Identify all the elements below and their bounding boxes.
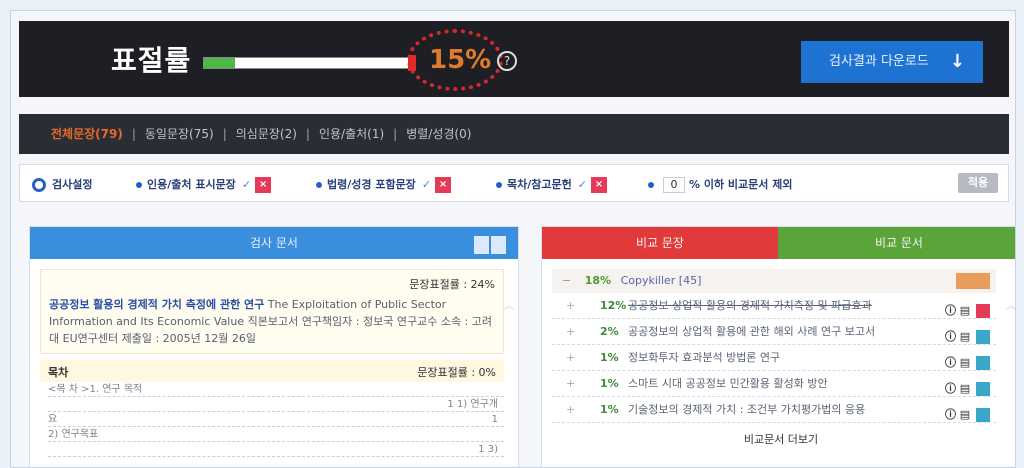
row-actions[interactable]: ⓘ ▤ xyxy=(945,402,990,428)
exclude-icon[interactable]: × xyxy=(435,177,452,193)
check-icon[interactable]: ✓ xyxy=(578,178,587,191)
download-results-button[interactable]: 검사결과 다운로드 ↓ xyxy=(801,41,983,83)
tab-suspicious-sentences[interactable]: 의심문장(2) xyxy=(236,114,297,154)
rate-highlight-circle: 15% xyxy=(407,29,503,91)
tab-compare-document[interactable]: 비교 문서 xyxy=(778,227,1015,259)
exclude-icon[interactable]: × xyxy=(590,177,607,193)
group-controls[interactable] xyxy=(956,273,990,289)
exclude-icon[interactable]: × xyxy=(255,177,272,193)
download-label: 검사결과 다운로드 xyxy=(829,54,929,69)
option-citation[interactable]: 인용/출처 표시문장 ✓ × xyxy=(136,176,272,193)
rate-progress-fill xyxy=(204,58,236,68)
comparison-row[interactable]: + 12% 공공정보 상업적 활용의 경제적 가치측정 및 파급효과 ⓘ ▤ xyxy=(552,293,996,319)
help-icon[interactable]: ? xyxy=(497,51,517,71)
toc-line: 1 1) 연구개 xyxy=(48,397,504,412)
min-percent-input[interactable]: 0 xyxy=(663,177,685,193)
toc-header: 목차 문장표절률 : 0% xyxy=(40,360,504,382)
check-icon[interactable]: ✓ xyxy=(422,178,431,191)
option-min-percent: 0% 이하 비교문서 제외 xyxy=(648,176,792,193)
checked-document-header: 검사 문서 xyxy=(30,227,518,259)
tab-identical-sentences[interactable]: 동일문장(75) xyxy=(145,114,214,154)
source-group-header[interactable]: − 18% Copykiller [45] xyxy=(552,269,996,293)
more-documents-link[interactable]: 비교문서 더보기 xyxy=(542,431,1015,447)
comparison-row[interactable]: + 1% 스마트 시대 공공정보 민간활용 활성화 방안 ⓘ ▤ xyxy=(552,371,996,397)
view-toggle-icon[interactable] xyxy=(472,234,506,254)
tab-parallel-sentences[interactable]: 병렬/성경(0) xyxy=(406,114,471,154)
scroll-up-icon[interactable]: ︿ xyxy=(1006,297,1015,312)
toc-line: 2) 연구목표 xyxy=(48,427,504,442)
comparison-panel: 비교 문장 비교 문서 − 18% Copykiller [45] ︿ + 12… xyxy=(541,226,1015,467)
check-settings-label: 검사설정 xyxy=(32,176,92,192)
comparison-row[interactable]: + 1% 정보화투자 효과분석 방법론 연구 ⓘ ▤ xyxy=(552,345,996,371)
expand-icon: + xyxy=(566,351,576,364)
document-info-box: 문장표절률 : 24% 공공정보 활용의 경제적 가치 측정에 관한 연구 Th… xyxy=(40,269,504,354)
expand-icon: + xyxy=(566,403,576,416)
toc-line: 요1 xyxy=(48,412,504,427)
document-title: 공공정보 활용의 경제적 가치 측정에 관한 연구 The Exploitati… xyxy=(49,298,493,345)
comparison-row[interactable]: + 2% 공공정보의 상업적 활용에 관한 해외 사례 연구 보고서 ⓘ ▤ xyxy=(552,319,996,345)
comparison-row[interactable]: + 1% 기술정보의 경제적 가치 : 조건부 가치평가법의 응용 ⓘ ▤ xyxy=(552,397,996,423)
sentence-filter-tabs: 전체문장(79) | 동일문장(75) | 의심문장(2) | 인용/출처(1) | 병렬/성경… xyxy=(19,114,1009,154)
sentence-rate: 문장표절률 : 24% xyxy=(409,278,495,291)
plagiarism-rate-bar: 표절률 15% ? 검사결과 다운로드 ↓ xyxy=(19,21,1009,97)
group-percent: 18% xyxy=(584,274,612,287)
toc-line: <목 차 >1. 연구 목적 xyxy=(48,382,504,397)
rate-progress-bar xyxy=(203,55,416,71)
comparison-tabs: 비교 문장 비교 문서 xyxy=(542,227,1015,259)
checked-document-panel: 검사 문서 문장표절률 : 24% 공공정보 활용의 경제적 가치 측정에 관한… xyxy=(29,226,519,467)
group-name: Copykiller [45] xyxy=(620,274,702,287)
toc-line: 1 3) xyxy=(48,442,504,457)
expand-icon: + xyxy=(566,325,576,338)
check-icon[interactable]: ✓ xyxy=(242,178,251,191)
expand-icon: + xyxy=(566,299,576,312)
tab-citation-sentences[interactable]: 인용/출처(1) xyxy=(319,114,384,154)
option-toc-references[interactable]: 목차/참고문헌 ✓ × xyxy=(496,176,607,193)
rate-value: 15% xyxy=(429,45,492,75)
check-settings-row: 검사설정 인용/출처 표시문장 ✓ × 법령/성경 포함문장 ✓ × 목차/참고문헌 ✓ ×… xyxy=(19,164,1009,202)
tab-all-sentences[interactable]: 전체문장(79) xyxy=(51,114,123,154)
option-law[interactable]: 법령/성경 포함문장 ✓ × xyxy=(316,176,452,193)
report-frame: 표절률 15% ? 검사결과 다운로드 ↓ 전체문장(79) | 동일문장(75) |… xyxy=(10,10,1016,468)
collapse-icon[interactable]: − xyxy=(562,274,571,287)
rate-title: 표절률 xyxy=(111,44,192,77)
toc-rate: 문장표절률 : 0% xyxy=(417,366,496,379)
toc-label: 목차 xyxy=(48,366,69,379)
tab-compare-sentence[interactable]: 비교 문장 xyxy=(542,227,778,259)
expand-icon: + xyxy=(566,377,576,390)
checked-document-title: 검사 문서 xyxy=(250,236,298,250)
scroll-up-icon[interactable]: ︿ xyxy=(504,297,514,312)
arrow-down-icon: ↓ xyxy=(949,51,965,72)
gear-icon xyxy=(32,178,46,192)
apply-button[interactable]: 적용 xyxy=(958,173,998,193)
